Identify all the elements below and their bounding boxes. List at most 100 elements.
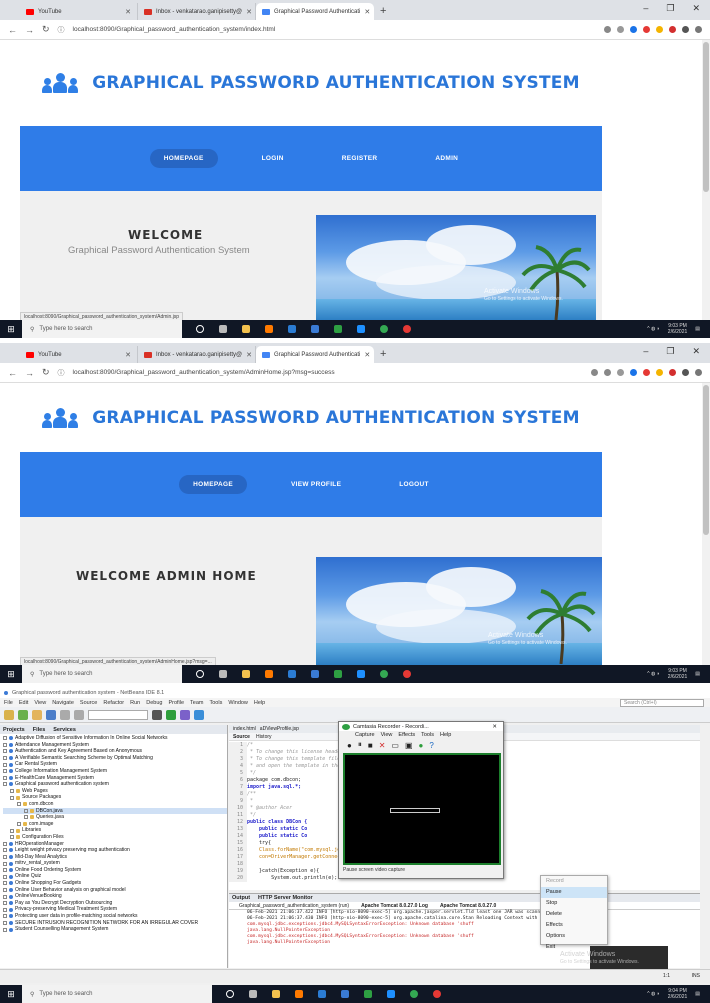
close-icon[interactable]: ✕ bbox=[246, 351, 252, 359]
maximize-icon[interactable]: ❐ bbox=[666, 346, 674, 357]
windows-start-icon[interactable]: ⊞ bbox=[0, 665, 22, 683]
project-tree-item[interactable]: Pay as You Decrypt Decryption Outsourcin… bbox=[3, 900, 227, 907]
menu-effects[interactable]: Effects bbox=[398, 732, 415, 738]
project-tree-item[interactable]: Graphical password authentication system bbox=[3, 781, 227, 788]
expand-icon[interactable] bbox=[3, 736, 7, 741]
project-tree-item[interactable]: A Verifiable Semantic Searching Scheme b… bbox=[3, 755, 227, 762]
project-tree-item[interactable]: Online Shopping For Gadgets bbox=[3, 880, 227, 887]
menu-tools[interactable]: Tools bbox=[210, 700, 223, 706]
project-tree-item[interactable]: Privacy-preserving Medical Treatment Sys… bbox=[3, 906, 227, 913]
expand-icon[interactable] bbox=[10, 795, 14, 800]
debug-icon[interactable] bbox=[180, 709, 190, 720]
tab-tomcat[interactable]: Apache Tomcat 8.0.27.0 bbox=[440, 903, 496, 909]
menu-source[interactable]: Source bbox=[80, 700, 97, 706]
menu-help[interactable]: Help bbox=[440, 732, 451, 738]
expand-icon[interactable] bbox=[3, 749, 7, 754]
project-tree-item[interactable]: Libraries bbox=[3, 827, 227, 834]
expand-icon[interactable] bbox=[3, 927, 7, 932]
project-tree-item[interactable]: College Information Management System bbox=[3, 768, 227, 775]
nav-view-profile[interactable]: VIEW PROFILE bbox=[277, 475, 355, 494]
new-tab-button[interactable]: + bbox=[380, 348, 386, 360]
taskbar-search[interactable]: ⚲ Type here to search bbox=[22, 985, 212, 1003]
project-tree-item[interactable]: Web Pages bbox=[3, 788, 227, 795]
clock[interactable]: 9:04 PM 2/6/2021 bbox=[668, 988, 687, 1000]
project-tree-item[interactable]: Authentication and Key Agreement Based o… bbox=[3, 748, 227, 755]
expand-icon[interactable] bbox=[3, 775, 7, 780]
expand-icon[interactable] bbox=[3, 841, 7, 846]
new-file-icon[interactable] bbox=[18, 709, 28, 720]
tab-tomcat-log[interactable]: Apache Tomcat 8.0.27.0 Log bbox=[361, 903, 428, 909]
expand-icon[interactable] bbox=[3, 848, 7, 853]
scrollbar[interactable] bbox=[702, 383, 710, 665]
ctx-record[interactable]: Record bbox=[541, 876, 607, 887]
project-tree-item[interactable]: DBCon.java bbox=[3, 807, 227, 815]
camtasia-icon[interactable] bbox=[334, 670, 342, 678]
menu-debug[interactable]: Debug bbox=[146, 700, 162, 706]
menu-view[interactable]: View bbox=[34, 700, 46, 706]
project-tree-item[interactable]: Car Rental System bbox=[3, 761, 227, 768]
recorder-icon[interactable] bbox=[403, 670, 411, 678]
project-tree-item[interactable]: Student Counselling Management System bbox=[3, 926, 227, 933]
minimize-icon[interactable]: – bbox=[643, 3, 648, 14]
mail-icon[interactable] bbox=[311, 325, 319, 333]
project-tree-item[interactable]: Protecting user data in profile-matching… bbox=[3, 913, 227, 920]
zoom-icon[interactable] bbox=[604, 369, 611, 376]
expand-icon[interactable] bbox=[3, 874, 7, 879]
scrollbar[interactable] bbox=[702, 40, 710, 320]
nav-admin[interactable]: ADMIN bbox=[421, 149, 472, 168]
expand-icon[interactable] bbox=[3, 901, 7, 906]
save-all-icon[interactable] bbox=[46, 709, 56, 720]
new-project-icon[interactable] bbox=[4, 709, 14, 720]
chrome-icon[interactable] bbox=[380, 325, 388, 333]
netbeans-icon[interactable] bbox=[357, 670, 365, 678]
camtasia-icon[interactable] bbox=[334, 325, 342, 333]
project-tree-item[interactable]: Online Quiz bbox=[3, 873, 227, 880]
menu-profile[interactable]: Profile bbox=[168, 700, 184, 706]
puzzle-icon[interactable] bbox=[682, 26, 689, 33]
file-explorer-icon[interactable] bbox=[272, 990, 280, 998]
chrome-icon[interactable] bbox=[410, 990, 418, 998]
profile-icon[interactable] bbox=[194, 709, 204, 720]
config-select[interactable] bbox=[88, 709, 148, 720]
project-tree-item[interactable]: Attendance Management System bbox=[3, 742, 227, 749]
tab-run-output[interactable]: Graphical_password_authentication_system… bbox=[239, 903, 349, 909]
expand-icon[interactable] bbox=[3, 769, 7, 774]
mail-icon[interactable] bbox=[311, 670, 319, 678]
expand-icon[interactable] bbox=[3, 861, 7, 866]
tray-icons[interactable]: ^ ◍ ◗ bbox=[647, 991, 660, 997]
project-tree-item[interactable]: OnlineVenueBooking bbox=[3, 893, 227, 900]
extension-icon[interactable] bbox=[630, 26, 637, 33]
open-project-icon[interactable] bbox=[32, 709, 42, 720]
build-icon[interactable] bbox=[152, 709, 162, 720]
expand-icon[interactable] bbox=[17, 822, 21, 827]
project-tree-item[interactable]: Leight weight privacy preserving msg aut… bbox=[3, 847, 227, 854]
ctx-effects[interactable]: Effects bbox=[541, 920, 607, 931]
expand-icon[interactable] bbox=[3, 868, 7, 873]
undo-icon[interactable] bbox=[60, 709, 70, 720]
back-icon[interactable]: ← bbox=[8, 25, 17, 35]
tab-youtube[interactable]: YouTube ✕ bbox=[20, 346, 138, 363]
camtasia-icon[interactable] bbox=[364, 990, 372, 998]
menu-view[interactable]: View bbox=[381, 732, 393, 738]
project-tree-item[interactable]: Mid-Day Meal Analytics bbox=[3, 854, 227, 861]
recorder-icon[interactable] bbox=[433, 990, 441, 998]
tray-icons[interactable]: ^ ◍ ◗ bbox=[647, 671, 660, 677]
back-icon[interactable]: ← bbox=[8, 368, 17, 378]
clock[interactable]: 9:03 PM 2/6/2021 bbox=[668, 668, 687, 680]
mail-icon[interactable] bbox=[341, 990, 349, 998]
menu-navigate[interactable]: Navigate bbox=[52, 700, 74, 706]
close-icon[interactable]: ✕ bbox=[246, 8, 252, 16]
forward-icon[interactable]: → bbox=[25, 368, 34, 378]
expand-icon[interactable] bbox=[3, 887, 7, 892]
project-tree-item[interactable]: E-HealthCare Management System bbox=[3, 775, 227, 782]
cortana-icon[interactable] bbox=[226, 990, 234, 998]
expand-icon[interactable] bbox=[10, 835, 14, 840]
expand-icon[interactable] bbox=[3, 894, 7, 899]
menu-refactor[interactable]: Refactor bbox=[103, 700, 124, 706]
screen-icon[interactable]: ▭ bbox=[391, 741, 399, 750]
expand-icon[interactable] bbox=[3, 782, 7, 787]
reload-icon[interactable]: ↻ bbox=[42, 367, 50, 378]
notification-icon[interactable]: ▤ bbox=[695, 671, 700, 677]
nav-login[interactable]: LOGIN bbox=[248, 149, 298, 168]
menu-icon[interactable] bbox=[695, 26, 702, 33]
